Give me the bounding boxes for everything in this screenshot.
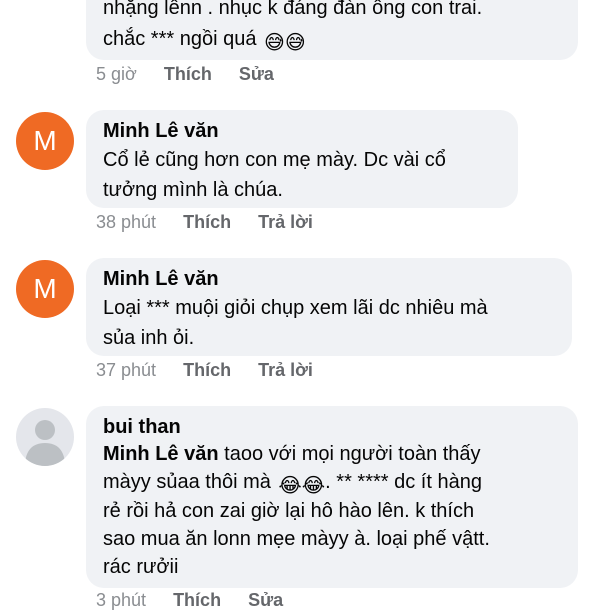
comment-text-line: nhặng lênn . nhục k đáng đàn ông con tra…: [103, 0, 483, 19]
comment-meta: 5 giờ Thích Sửa: [96, 64, 274, 85]
comment-text-line: rẻ rồi hả con zai giờ lại hô hào lên. k …: [103, 500, 475, 522]
comment-text-line: chắc *** ngồi quá 😅😅: [103, 25, 306, 57]
comment-text: chắc *** ngồi quá: [103, 28, 257, 50]
default-avatar-icon[interactable]: [16, 408, 74, 466]
like-button[interactable]: Thích: [173, 590, 221, 610]
mention-link[interactable]: Minh Lê văn: [103, 443, 219, 465]
comment-text-line: sao mua ăn lonn mẹe mày​y à. loại phế vậ…: [103, 528, 490, 550]
comment-text: mày​y sủaa thôi mà: [103, 471, 271, 493]
edit-button[interactable]: Sửa: [248, 590, 283, 610]
edit-button[interactable]: Sửa: [239, 64, 274, 84]
comment-text-line: Cổ lẻ cũng hơn con mẹ mày. Dc vài cổ: [103, 149, 446, 171]
like-button[interactable]: Thích: [183, 212, 231, 232]
comment-time[interactable]: 5 giờ: [96, 64, 137, 84]
comment-text: . ** **** dc ít hàng: [325, 471, 482, 493]
avatar[interactable]: M: [16, 260, 74, 318]
tears-of-joy-emoji-icon: 😂😂: [278, 475, 326, 497]
comment-text-line: Minh Lê văn taoo với mọi người toàn thấy: [103, 440, 481, 468]
avatar-letter: M: [33, 125, 57, 156]
comment-author[interactable]: bui than: [103, 416, 181, 439]
comment-text: taoo với mọi người toàn thấy: [218, 443, 481, 465]
reply-button[interactable]: Trả lời: [258, 360, 313, 380]
comment-text-line: tưởng mình là chúa.: [103, 179, 283, 201]
comment-text-line: mày​y sủaa thôi mà 😂😂. ** **** dc ít hàn…: [103, 468, 482, 500]
comment-meta: 3 phút Thích Sửa: [96, 590, 283, 611]
comment-text-line: rác rưởii: [103, 556, 179, 578]
like-button[interactable]: Thích: [183, 360, 231, 380]
comment-time[interactable]: 37 phút: [96, 360, 156, 380]
comment-meta: 37 phút Thích Trả lời: [96, 360, 313, 381]
comment-time[interactable]: 3 phút: [96, 590, 146, 610]
comment-meta: 38 phút Thích Trả lời: [96, 212, 313, 233]
avatar[interactable]: M: [16, 112, 74, 170]
comment-author[interactable]: Minh Lê văn: [103, 268, 219, 291]
sweat-smile-emoji-icon: 😅😅: [264, 32, 306, 54]
comment-author[interactable]: Minh Lê văn: [103, 120, 219, 143]
comment-text-line: Loại *** muội giỏi chụp xem lãi dc nhiêu…: [103, 297, 488, 319]
reply-button[interactable]: Trả lời: [258, 212, 313, 232]
avatar-letter: M: [33, 273, 57, 304]
like-button[interactable]: Thích: [164, 64, 212, 84]
comment-text-line: sủa inh ỏi.: [103, 327, 195, 349]
person-silhouette-icon: [25, 420, 65, 466]
comment-time[interactable]: 38 phút: [96, 212, 156, 232]
